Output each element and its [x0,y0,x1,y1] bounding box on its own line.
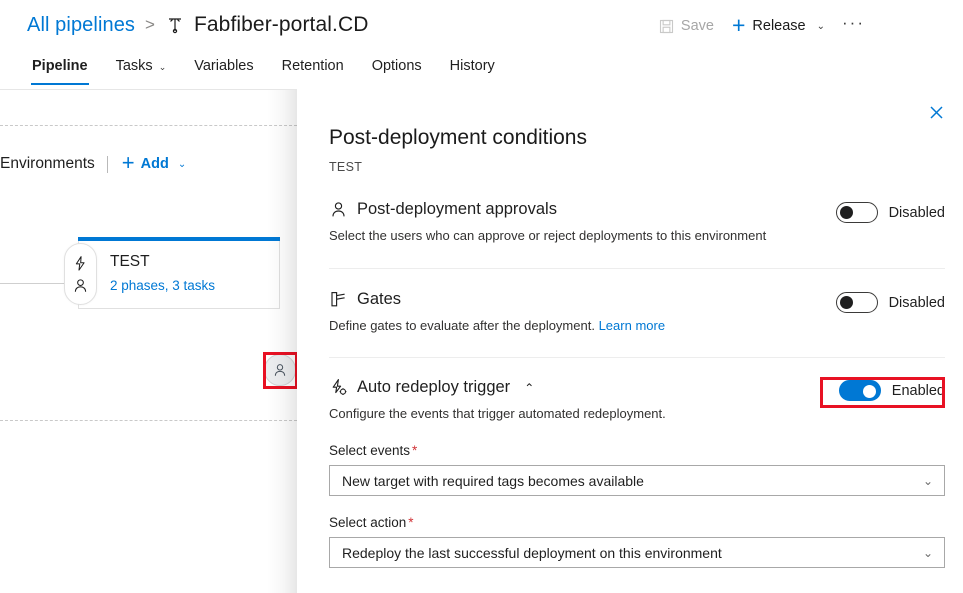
pre-deployment-conditions-group [64,243,97,305]
chevron-up-icon[interactable]: ⌃ [524,381,534,395]
breadcrumb: All pipelines > Fabfiber-portal.CD [27,9,369,41]
select-events-value: New target with required tags becomes av… [342,473,644,489]
tab-tasks-label: Tasks [116,58,153,74]
azure-devops-release-pipeline-page: All pipelines > Fabfiber-portal.CD Save … [0,0,963,593]
gates-learn-more-link[interactable]: Learn more [599,318,665,333]
toggle-state-label: Enabled [892,383,945,399]
save-label: Save [681,18,714,34]
select-events-label-text: Select events [329,443,410,458]
post-deployment-approvals-toggle[interactable] [836,202,878,223]
post-deployment-conditions-person-icon [272,362,288,378]
release-label: Release [752,18,805,34]
panel-subtitle: TEST [329,160,362,174]
section-description: Select the users who can approve or reje… [329,228,945,244]
gates-toggle-group: Disabled [836,292,945,313]
section-description-text: Define gates to evaluate after the deplo… [329,318,595,333]
section-divider-2 [329,357,945,358]
environment-phases-tasks-link[interactable]: 2 phases, 3 tasks [110,278,215,293]
close-panel-button[interactable] [922,98,950,126]
environment-name: TEST [110,253,150,271]
toggle-state-label: Disabled [889,205,945,221]
auto-redeploy-lightning-gear-icon [329,378,348,397]
section-post-deployment-approvals: Post-deployment approvals Select the use… [329,200,945,244]
chevron-down-icon: ⌄ [178,159,186,170]
tab-pipeline[interactable]: Pipeline [18,55,102,85]
chevron-down-icon: ⌄ [923,546,933,560]
select-events-dropdown[interactable]: New target with required tags becomes av… [329,465,945,496]
canvas-dashed-divider-bottom [0,420,297,421]
tab-retention-label: Retention [282,58,344,74]
pipeline-branch-icon [165,15,185,35]
environment-card-test[interactable] [78,237,280,309]
chevron-down-icon: ⌄ [923,474,933,488]
environment-card-accent-bar [78,237,280,241]
required-marker: * [410,443,417,458]
header-toolbar: Save + Release ⌄ ··· [650,12,873,40]
section-title: Gates [357,290,401,309]
chevron-down-icon[interactable]: ⌄ [817,21,825,32]
canvas-dashed-divider-top [0,125,297,126]
section-title: Post-deployment approvals [357,200,557,219]
section-auto-redeploy-trigger: Auto redeploy trigger ⌃ Configure the ev… [329,378,945,422]
select-action-label: Select action* [329,515,414,530]
select-events-label: Select events* [329,443,417,458]
section-description: Define gates to evaluate after the deplo… [329,318,945,334]
required-marker: * [406,515,413,530]
add-environment-button[interactable]: + Add ⌄ [108,156,186,172]
tab-variables-label: Variables [194,58,253,74]
environments-header: Environments + Add ⌄ [0,155,186,173]
select-action-value: Redeploy the last successful deployment … [342,545,722,561]
section-divider-1 [329,268,945,269]
pipeline-canvas: Environments + Add ⌄ TEST 2 phases, 3 ta… [0,90,297,593]
save-disk-icon [659,19,674,34]
person-icon [329,200,348,219]
tab-pipeline-label: Pipeline [32,58,88,74]
pre-deployment-approval-person-icon[interactable] [72,277,89,294]
tab-history[interactable]: History [436,55,509,85]
auto-redeploy-trigger-toggle[interactable] [839,380,881,401]
tab-variables[interactable]: Variables [180,55,267,85]
tab-bar: Pipeline Tasks ⌄ Variables Retention Opt… [0,55,963,90]
gates-toggle[interactable] [836,292,878,313]
tab-tasks[interactable]: Tasks ⌄ [102,55,181,85]
panel-title: Post-deployment conditions [329,126,587,150]
chevron-down-icon: ⌄ [159,62,167,73]
tab-retention[interactable]: Retention [268,55,358,85]
section-title: Auto redeploy trigger [357,378,510,397]
select-action-label-text: Select action [329,515,406,530]
breadcrumb-all-pipelines-link[interactable]: All pipelines [27,14,135,37]
environments-label: Environments [0,155,107,173]
approvals-toggle-group: Disabled [836,202,945,223]
lightning-trigger-icon[interactable] [72,255,89,272]
plus-icon: + [732,18,745,32]
close-x-icon [930,106,943,119]
gate-icon [329,290,348,309]
section-description: Configure the events that trigger automa… [329,406,945,422]
breadcrumb-separator: > [144,15,156,35]
add-environment-label: Add [141,156,169,172]
release-button[interactable]: + Release ⌄ [723,15,834,37]
tab-history-label: History [450,58,495,74]
section-description-text: Select the users who can approve or reje… [329,228,766,243]
more-options-button[interactable]: ··· [834,11,873,41]
save-button[interactable]: Save [650,15,723,37]
plus-icon: + [122,156,135,170]
select-action-dropdown[interactable]: Redeploy the last successful deployment … [329,537,945,568]
toggle-state-label: Disabled [889,295,945,311]
page-title: Fabfiber-portal.CD [194,13,369,37]
post-deployment-conditions-button[interactable] [264,354,296,386]
section-description-text: Configure the events that trigger automa… [329,406,666,421]
auto-redeploy-toggle-group: Enabled [839,380,945,401]
tab-options[interactable]: Options [358,55,436,85]
tab-options-label: Options [372,58,422,74]
section-gates: Gates Define gates to evaluate after the… [329,290,945,334]
post-deployment-conditions-panel: Post-deployment conditions TEST Post-dep… [297,90,963,593]
